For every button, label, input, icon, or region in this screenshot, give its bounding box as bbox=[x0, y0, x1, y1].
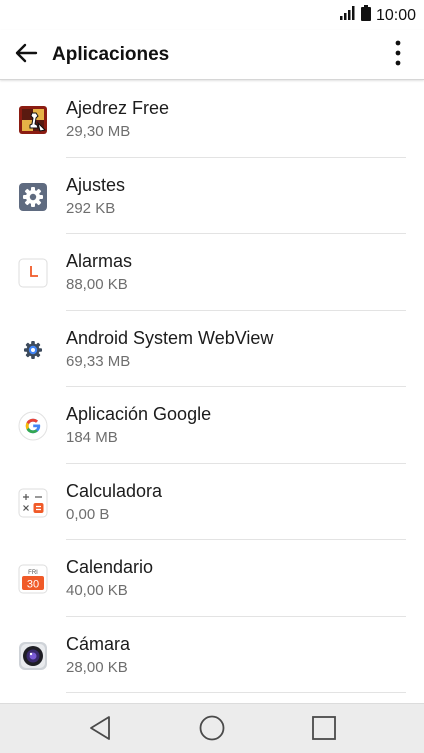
battery-icon bbox=[360, 5, 371, 26]
status-bar: 10:00 bbox=[0, 0, 424, 30]
signal-icon bbox=[339, 6, 356, 25]
settings-icon bbox=[18, 182, 48, 212]
nav-home-button[interactable] bbox=[197, 715, 227, 745]
app-name: Calendario bbox=[66, 557, 154, 577]
page-title: Aplicaciones bbox=[52, 44, 170, 65]
list-item-aplicacion-google[interactable]: Aplicación Google 184 MB bbox=[0, 387, 424, 464]
app-size: 69,33 MB bbox=[66, 352, 131, 370]
calendar-date-label: 30 bbox=[27, 579, 39, 591]
app-size: 0,00 B bbox=[66, 505, 110, 523]
calculator-icon bbox=[18, 488, 48, 518]
status-icons: 10:00 bbox=[339, 5, 416, 26]
clock-icon bbox=[18, 258, 48, 288]
app-size: 88,00 KB bbox=[66, 276, 128, 293]
back-button[interactable] bbox=[10, 40, 42, 70]
list-item-calculadora[interactable]: Calculadora 0,00 B bbox=[0, 464, 424, 540]
app-bar: Aplicaciones bbox=[0, 30, 424, 80]
more-vert-icon bbox=[395, 40, 401, 71]
list-item-ajustes[interactable]: Ajustes 292 KB bbox=[0, 158, 424, 234]
app-name: Aplicación Google bbox=[66, 404, 212, 424]
nav-recents-button[interactable] bbox=[309, 715, 339, 745]
calendar-icon: FRI 30 bbox=[18, 564, 48, 594]
camera-icon bbox=[18, 641, 48, 671]
navigation-bar bbox=[0, 703, 424, 753]
app-name: Android System WebView bbox=[66, 327, 274, 348]
list-item-alarmas[interactable]: Alarmas 88,00 KB bbox=[0, 234, 424, 311]
list-item-calendario[interactable]: FRI 30 Calendario 40,00 KB bbox=[0, 540, 424, 617]
nav-recents-icon bbox=[311, 715, 337, 746]
app-size: 184 MB bbox=[66, 429, 118, 446]
divider bbox=[66, 692, 406, 693]
status-time: 10:00 bbox=[375, 6, 416, 24]
webview-gear-icon bbox=[18, 335, 48, 365]
app-size: 29,30 MB bbox=[66, 123, 131, 140]
app-name: Cámara bbox=[66, 633, 131, 654]
app-name: Ajustes bbox=[66, 174, 126, 195]
app-size: 28,00 KB bbox=[66, 658, 128, 676]
overflow-menu-button[interactable] bbox=[386, 40, 410, 70]
nav-back-button[interactable] bbox=[85, 715, 115, 745]
list-item-camara[interactable]: Cámara 28,00 KB bbox=[0, 617, 424, 693]
app-name: Ajedrez Free bbox=[66, 98, 170, 118]
list-item-ajedrez-free[interactable]: Ajedrez Free 29,30 MB bbox=[0, 81, 424, 158]
app-list: Ajedrez Free 29,30 MB Ajustes 292 KB Ala… bbox=[0, 81, 424, 703]
nav-back-icon bbox=[88, 715, 112, 746]
list-item-android-system-webview[interactable]: Android System WebView 69,33 MB bbox=[0, 311, 424, 387]
chess-icon bbox=[18, 105, 48, 135]
nav-home-icon bbox=[198, 714, 226, 747]
app-name: Alarmas bbox=[66, 251, 133, 271]
google-icon bbox=[18, 411, 48, 441]
calendar-day-label: FRI bbox=[28, 570, 38, 576]
app-size: 292 KB bbox=[66, 199, 116, 217]
arrow-back-icon bbox=[14, 43, 38, 68]
app-name: Calculadora bbox=[66, 480, 163, 501]
app-size: 40,00 KB bbox=[66, 582, 128, 599]
